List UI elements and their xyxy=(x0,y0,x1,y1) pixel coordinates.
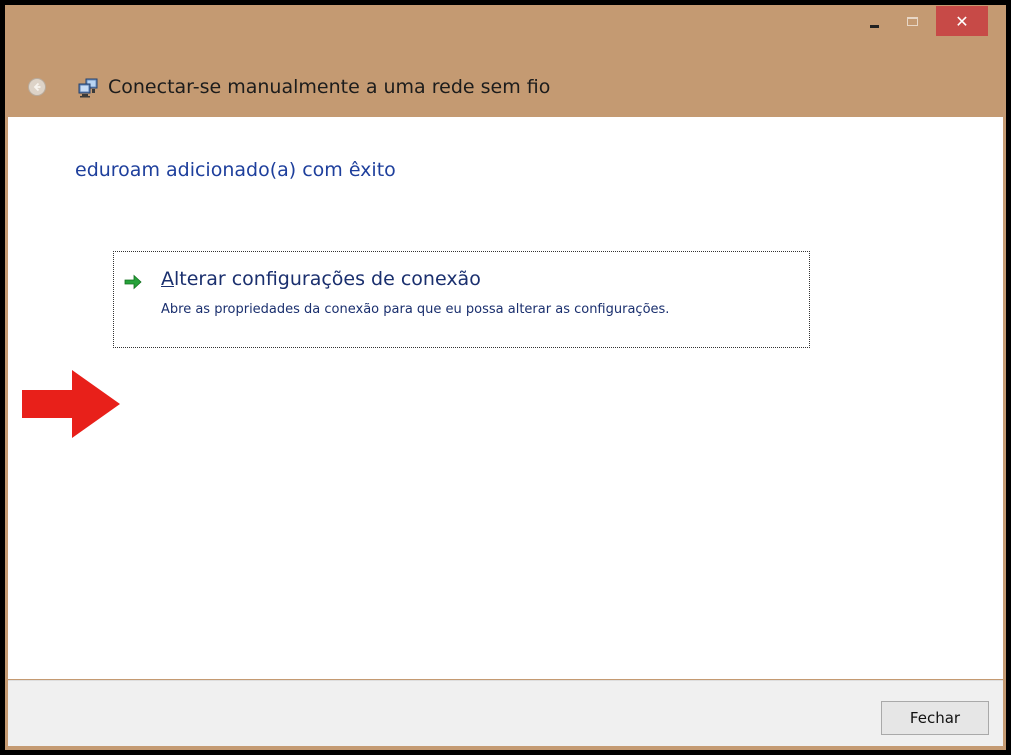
success-heading: eduroam adicionado(a) com êxito xyxy=(75,159,396,181)
minimize-icon xyxy=(869,24,879,28)
maximize-icon xyxy=(906,16,918,26)
wizard-footer: Fechar xyxy=(8,680,1003,746)
green-arrow-icon xyxy=(124,274,142,290)
close-button[interactable]: Fechar xyxy=(881,701,989,735)
wizard-window: ✕ Conectar-se manualmente a uma rede sem… xyxy=(5,5,1006,750)
change-connection-settings-link[interactable]: Alterar configurações de conexão Abre as… xyxy=(113,251,810,348)
wizard-content: eduroam adicionado(a) com êxito Alterar … xyxy=(8,117,1003,679)
title-bar[interactable]: ✕ xyxy=(5,5,1006,51)
network-icon xyxy=(77,77,101,99)
close-window-button[interactable]: ✕ xyxy=(936,6,988,36)
red-arrow-annotation xyxy=(22,370,120,438)
close-icon: ✕ xyxy=(955,11,969,31)
wizard-header: Conectar-se manualmente a uma rede sem f… xyxy=(5,69,1006,107)
option-title-text: lterar configurações de conexão xyxy=(174,268,481,290)
option-title-accelerator: A xyxy=(161,268,174,290)
maximize-button[interactable] xyxy=(898,6,926,36)
option-description: Abre as propriedades da conexão para que… xyxy=(161,302,670,317)
back-button[interactable] xyxy=(28,78,46,96)
minimize-button[interactable] xyxy=(860,6,888,36)
option-title: Alterar configurações de conexão xyxy=(161,268,481,290)
back-arrow-icon xyxy=(33,82,41,92)
window-title: Conectar-se manualmente a uma rede sem f… xyxy=(108,76,551,98)
